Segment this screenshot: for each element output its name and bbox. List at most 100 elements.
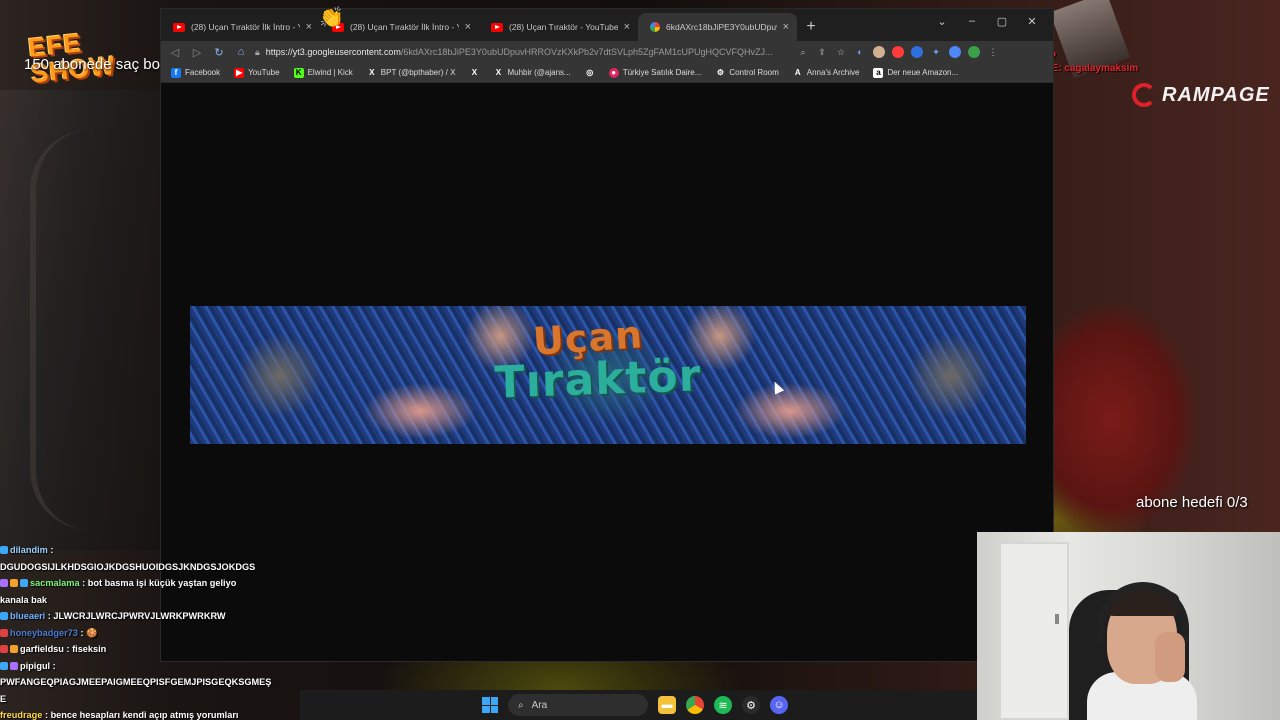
puzzle-icon[interactable]: ✦ [930,46,942,58]
youtube-icon [173,22,185,32]
bookmark-star-icon[interactable]: ☆ [835,46,847,58]
zoom-icon[interactable]: ⌕ [797,46,809,58]
x-icon: X [471,67,478,77]
door [999,542,1069,720]
microphone-arm [0,90,160,550]
close-tab-icon[interactable]: × [465,21,471,33]
menu-icon[interactable]: ⋮ [987,46,999,58]
back-icon[interactable]: ◁ [167,46,183,59]
chat-text: PWFANGEQPIAGJMEEPAIGMEEQPISFGEMJPISGEQKS… [0,677,272,687]
bookmark-label: Muhbir (@ajans... [507,68,571,77]
url-host: https://yt3.googleusercontent.com [265,47,401,57]
channel-banner-image: Uçan Tıraktör [190,306,1026,444]
discord-icon[interactable]: ☺ [770,696,788,714]
minimize-button[interactable]: – [957,11,987,31]
search-placeholder: Ara [531,699,548,711]
new-tab-button[interactable]: + [797,13,825,41]
bookmark-globe[interactable]: ◎ [585,68,595,78]
chat-username: sacmalama [30,578,80,588]
chat-text: : bence hesapları kendi açıp atmış yorum… [44,710,239,720]
bookmark-x[interactable]: X [469,68,479,78]
chat-message: DGUDOGSIJLKHDSGIOJKDGSHUOIDGSJKNDGSJOKDG… [0,559,300,576]
bookmark-label: Control Room [729,68,779,77]
close-tab-icon[interactable]: × [783,21,789,33]
chat-text: E [0,693,7,704]
chat-text: DGUDOGSIJLKHDSGIOJKDGSHUOIDGSJKNDGSJOKDG… [0,561,256,572]
webcam-feed [977,532,1280,720]
chat-username: pipigul [20,660,51,671]
extension-icon[interactable] [873,46,885,58]
chat-text: : [52,660,56,671]
share-icon[interactable]: ⇪ [816,46,828,58]
badge-icon [0,546,8,554]
bookmark-amazon[interactable]: a Der neue Amazon... [873,67,959,78]
bookmark-kick[interactable]: K Elwind | Kick [293,67,353,78]
streamer-hand [1155,632,1185,682]
extension-icon[interactable] [949,46,961,58]
lock-icon: 🔒︎ [255,46,260,57]
chat-message: E [0,691,300,708]
maximize-button[interactable]: ▢ [987,11,1017,31]
bookmark-label: BPT (@bpthaber) / X [380,68,456,77]
x-icon: X [495,67,502,77]
badge-icon [10,661,18,670]
home-icon[interactable]: ⌂ [233,46,249,58]
abone-goal-text: abone hedefi 0/3 [1136,494,1248,511]
bookmark-facebook[interactable]: f Facebook [171,67,220,78]
chat-message: kanala bak [0,592,300,609]
close-window-button[interactable]: ✕ [1017,11,1047,31]
close-tab-icon[interactable]: × [624,21,630,33]
chat-message: dilandim : [0,542,300,559]
forward-icon[interactable]: ▷ [189,46,205,59]
bookmark-muhbir[interactable]: X Muhbir (@ajans... [493,67,571,78]
chat-overlay: dilandim : DGUDOGSIJLKHDSGIOJKDGSHUOIDGS… [0,542,300,720]
tab-search-icon[interactable]: ⌄ [927,11,957,31]
profile-icon[interactable] [968,46,980,58]
windows-taskbar: ⌕ Ara ▬ ≋ ⚙ ☺ [300,690,977,720]
translate-icon[interactable]: ◐ [854,46,866,58]
site-icon: ● [608,67,619,78]
banner-title: Uçan Tıraktör [190,312,1026,408]
file-explorer-icon[interactable]: ▬ [658,696,676,714]
badge-icon [0,612,8,620]
bookmark-control-room[interactable]: ⚙ Control Room [715,68,779,78]
address-bar[interactable]: 🔒︎ https://yt3.googleusercontent.com/6kd… [255,43,785,61]
youtube-icon: ▶ [234,67,245,78]
bookmark-satilik-daire[interactable]: ● Türkiye Satılık Daire... [608,67,701,78]
close-tab-icon[interactable]: × [306,21,312,33]
clap-emoji-icon: 👏 [319,7,344,29]
extension-icon[interactable] [892,46,904,58]
globe-icon: ◎ [586,67,594,77]
tab-1[interactable]: (28) Uçan Tıraktör İlk İntro - You × [161,13,320,41]
tab-4-active[interactable]: 6kdAXrc18bJiPE3Y0ubUDpuvHR × [638,13,797,41]
chat-text: : bot basma işi küçük yaştan geliyo [82,578,237,588]
steam-icon[interactable]: ⚙ [742,696,760,714]
window-controls: ⌄ – ▢ ✕ [927,11,1047,31]
browser-toolbar: ◁ ▷ ↻ ⌂ 🔒︎ https://yt3.googleusercontent… [161,41,1053,63]
reload-icon[interactable]: ↻ [211,46,227,59]
badge-icon [10,645,18,653]
spotify-icon[interactable]: ≋ [714,696,732,714]
chat-text: : [80,627,84,638]
taskbar-search[interactable]: ⌕ Ara [508,694,648,716]
chat-message: pipigul : [0,658,300,675]
bookmark-youtube[interactable]: ▶ YouTube [234,67,280,78]
bookmark-bpt[interactable]: X BPT (@bpthaber) / X [367,68,456,78]
windows-start-icon[interactable] [482,697,498,713]
bookmark-label: Elwind | Kick [307,68,353,77]
chat-text: kanala bak [0,594,47,605]
chrome-icon[interactable] [686,696,704,714]
extension-icon[interactable] [911,46,923,58]
kick-icon: K [293,67,304,78]
tab-3[interactable]: (28) Uçan Tıraktör - YouTube × [479,13,638,41]
rampage-logo: RAMPAGE [1132,82,1270,108]
url-path: /6kdAXrc18bJiPE3Y0ubUDpuvHRROVzKXkPb2v7d… [400,47,773,57]
badge-icon [0,579,8,587]
bookmark-label: YouTube [248,68,280,77]
bookmark-label: Der neue Amazon... [887,68,959,77]
rampage-ring-icon [1132,83,1156,107]
badge-icon [0,645,8,653]
bookmark-annas-archive[interactable]: A Anna's Archive [793,68,860,78]
tab-title: (28) Uçan Tıraktör İlk İntro - You [350,22,459,32]
chat-message: sacmalama : bot basma işi küçük yaştan g… [0,575,300,592]
